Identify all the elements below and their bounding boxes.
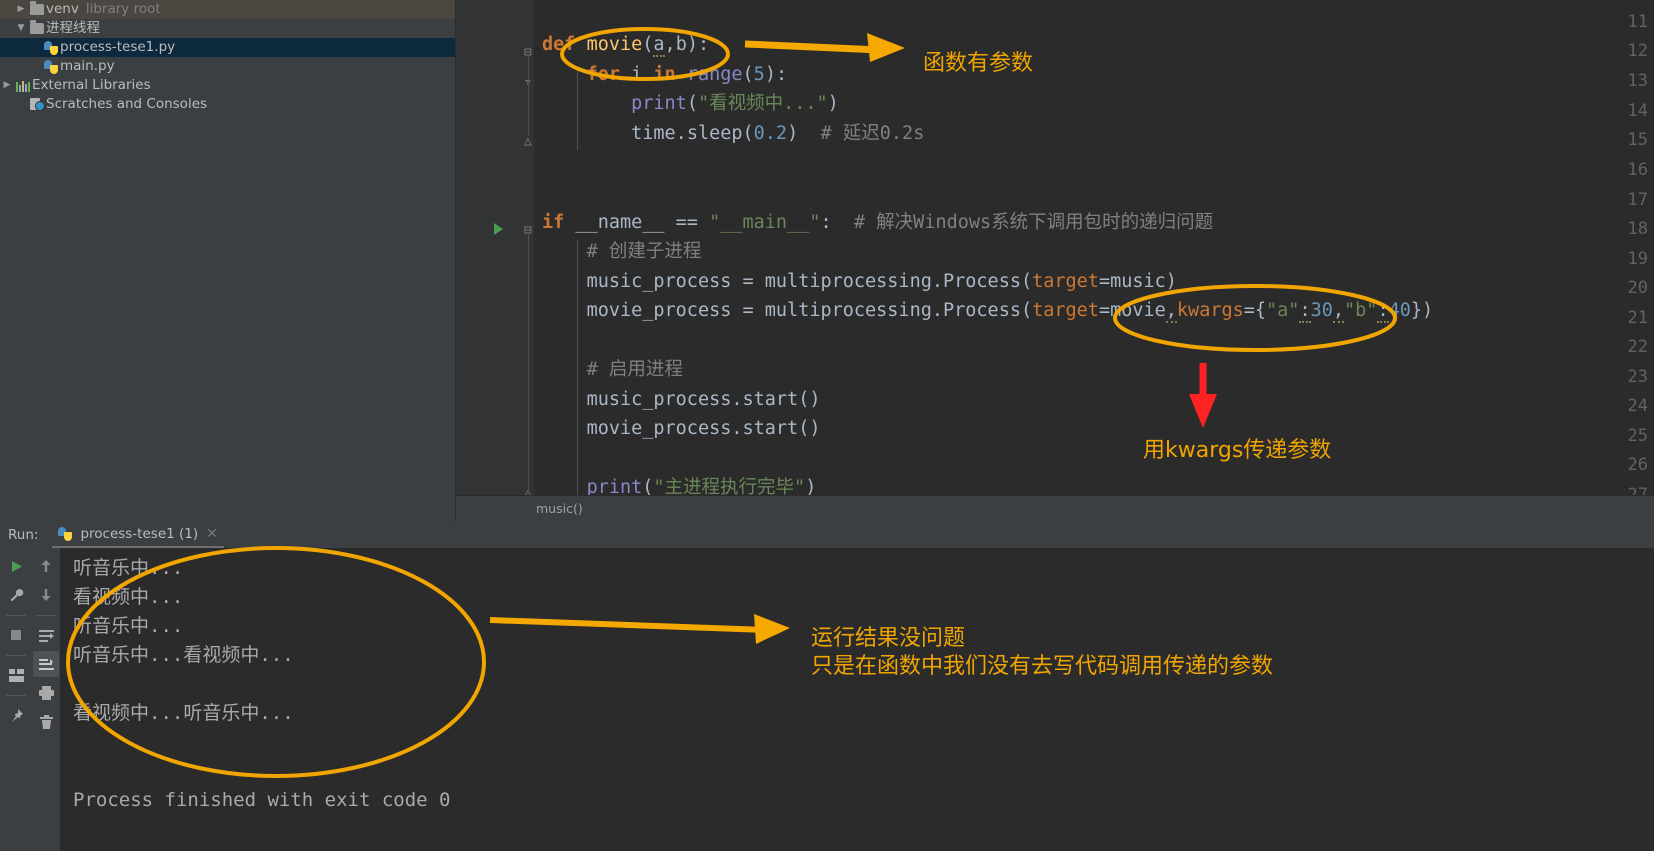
console-line: 看视频中... — [73, 586, 184, 608]
stop-button[interactable] — [3, 622, 29, 648]
fold-range-line — [528, 56, 529, 136]
wrench-icon — [10, 588, 23, 601]
soft-wrap-icon — [38, 629, 54, 642]
chevron-right-icon[interactable]: ▶ — [0, 76, 14, 95]
layout-icon — [8, 668, 24, 682]
stop-square-icon — [11, 630, 21, 640]
tree-item-label: 进程线程 — [46, 20, 100, 36]
arrow-up-icon — [41, 560, 51, 572]
code-line: print("主进程执行完毕") — [586, 477, 817, 495]
tree-item-process-tese1[interactable]: process-tese1.py — [0, 38, 455, 57]
python-file-icon — [56, 526, 74, 541]
folder-icon — [28, 1, 46, 15]
printer-icon — [38, 686, 54, 700]
code-line: def movie(a,b): — [542, 34, 710, 57]
chevron-right-icon[interactable]: ▶ — [14, 0, 28, 19]
run-tool-window: Run: process-tese1 (1) ✕ 听音乐中... 看视频中...… — [0, 521, 1654, 851]
scroll-to-end-icon — [38, 658, 54, 670]
pin-icon — [11, 708, 23, 722]
arrow-down-icon — [41, 589, 51, 601]
code-line: time.sleep(0.2) # 延迟0.2s — [631, 123, 925, 144]
scroll-up-button[interactable] — [33, 553, 59, 579]
layout-button[interactable] — [3, 662, 29, 688]
code-line: music_process = multiprocessing.Process(… — [586, 271, 1177, 292]
toolbar-separator — [6, 695, 26, 696]
console-line: 听音乐中...看视频中... — [73, 644, 294, 666]
pin-tab-button[interactable] — [3, 702, 29, 728]
tree-item-jinchengxiancheng[interactable]: ▼ 进程线程 — [0, 19, 455, 38]
scroll-down-button[interactable] — [33, 582, 59, 608]
code-line: for i in range(5): — [586, 64, 788, 85]
code-editor[interactable]: 11 12 13 14 15 16 17 18 19 20 21 22 23 2… — [456, 0, 1654, 495]
close-icon[interactable]: ✕ — [206, 527, 218, 541]
console-line: Process finished with exit code 0 — [73, 789, 451, 811]
python-file-icon — [42, 59, 60, 74]
tree-item-label: venv — [46, 1, 79, 17]
rerun-button[interactable] — [3, 553, 29, 579]
console-line: 听音乐中... — [73, 615, 184, 637]
editor-gutter[interactable] — [456, 0, 534, 495]
run-tab-title: process-tese1 (1) — [80, 525, 199, 542]
tree-item-venv[interactable]: ▶ venv library root — [0, 0, 455, 19]
tree-item-main-py[interactable]: main.py — [0, 57, 455, 76]
tree-item-scratches-and-consoles[interactable]: Scratches and Consoles — [0, 95, 455, 114]
tree-item-external-libraries[interactable]: ▶ External Libraries — [0, 76, 455, 95]
code-line: music_process.start() — [586, 389, 821, 410]
clear-all-button[interactable] — [33, 709, 59, 735]
console-line: 听音乐中... — [73, 557, 184, 579]
toolbar-separator — [36, 615, 56, 616]
trash-icon — [39, 715, 53, 729]
tree-item-label: main.py — [60, 58, 115, 74]
breadcrumb[interactable]: music() — [456, 495, 1654, 521]
tree-item-label: External Libraries — [32, 77, 151, 93]
code-line: movie_process.start() — [586, 418, 821, 439]
scratches-icon — [28, 98, 46, 111]
external-libraries-icon — [14, 80, 32, 92]
run-toolbar-primary — [0, 548, 32, 851]
code-line: movie_process = multiprocessing.Process(… — [586, 300, 1434, 323]
console-line: 看视频中...听音乐中... — [73, 702, 294, 724]
tree-item-label: Scratches and Consoles — [46, 96, 208, 112]
code-line: print("看视频中...") — [631, 93, 839, 114]
console-output[interactable]: 听音乐中... 看视频中... 听音乐中... 听音乐中...看视频中... 看… — [60, 548, 1654, 851]
tree-item-label: process-tese1.py — [60, 39, 176, 55]
run-toolbar-secondary — [32, 548, 60, 851]
code-line: # 创建子进程 — [586, 241, 702, 262]
chevron-down-icon[interactable]: ▼ — [14, 19, 28, 38]
soft-wrap-button[interactable] — [33, 622, 59, 648]
code-line: # 启用进程 — [586, 359, 683, 380]
print-button[interactable] — [33, 680, 59, 706]
run-label: Run: — [8, 526, 39, 543]
code-line: if __name__ == "__main__": # 解决Windows系统… — [542, 212, 1214, 233]
folder-icon — [28, 20, 46, 34]
editor-text-area[interactable]: def movie(a,b): for i in range(5): print… — [534, 0, 1654, 495]
toolbar-separator — [6, 615, 26, 616]
run-tab-process-tese1[interactable]: process-tese1 (1) ✕ — [52, 521, 224, 548]
project-tool-window: ▶ venv library root ▼ 进程线程 process-tese1… — [0, 0, 456, 521]
tree-item-sublabel: library root — [85, 1, 161, 17]
pycharm-window: ▶ venv library root ▼ 进程线程 process-tese1… — [0, 0, 1654, 851]
play-icon — [11, 560, 22, 572]
fold-range-line — [528, 234, 529, 492]
python-file-icon — [42, 40, 60, 55]
run-line-marker-icon[interactable] — [494, 223, 503, 235]
settings-wrench-button[interactable] — [3, 582, 29, 608]
fold-marker-icon[interactable]: △ — [524, 135, 532, 148]
run-tab-bar: Run: process-tese1 (1) ✕ — [0, 521, 1654, 548]
scroll-to-end-button[interactable] — [33, 651, 59, 677]
toolbar-separator — [6, 655, 26, 656]
